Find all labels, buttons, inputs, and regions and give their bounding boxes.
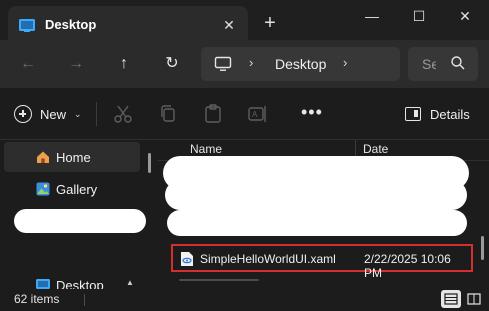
column-header-date[interactable]: Date [363, 142, 388, 156]
sidebar-scrollbar[interactable] [148, 153, 151, 173]
redacted-row [165, 180, 467, 210]
navigation-bar: ← → ↑ ↻ › Desktop › Se [0, 40, 489, 88]
divider [96, 102, 97, 126]
folder-desktop-icon [19, 19, 35, 32]
search-box[interactable]: Se [408, 47, 478, 81]
column-header-name[interactable]: Name [190, 142, 222, 156]
search-icon [451, 56, 465, 70]
command-bar: New ⌄ A ••• Details [0, 88, 489, 140]
home-icon [37, 151, 49, 163]
desktop-folder-icon [36, 279, 50, 289]
file-list: Name ^ Date SimpleHelloWorldUI.xaml 2/22… [157, 140, 489, 289]
paste-icon[interactable] [201, 102, 225, 126]
this-pc-icon [214, 56, 232, 71]
sort-chevron-icon: ^ [429, 140, 434, 144]
details-label: Details [430, 106, 470, 122]
pin-icon: ▲ [126, 278, 134, 287]
tab-close-icon[interactable]: ✕ [219, 15, 239, 35]
gallery-icon [36, 182, 50, 196]
navigation-pane: Home Gallery Desktop ▲ [0, 140, 156, 289]
file-date: 2/22/2025 10:06 PM [364, 252, 451, 280]
file-name: SimpleHelloWorldUI.xaml [200, 252, 336, 266]
redacted-sidebar-item [14, 209, 146, 233]
details-view-button[interactable] [441, 290, 461, 308]
forward-button[interactable]: → [63, 51, 89, 77]
minimize-button[interactable]: — [358, 4, 386, 28]
breadcrumb-desktop[interactable]: Desktop [275, 56, 326, 72]
tiles-view-icon [467, 293, 481, 305]
table-row[interactable]: SimpleHelloWorldUI.xaml 2/22/2025 10:06 … [171, 244, 473, 280]
refresh-button[interactable]: ↻ [159, 51, 185, 77]
search-placeholder: Se [422, 56, 436, 72]
details-pane-icon [405, 107, 421, 121]
file-list-horizontal-scrollbar[interactable] [179, 279, 259, 281]
details-view-icon [444, 293, 458, 305]
add-circle-icon [14, 105, 32, 123]
breadcrumb-separator-end[interactable]: › [343, 55, 347, 70]
sidebar-item-home[interactable]: Home [4, 142, 140, 172]
rename-icon[interactable]: A [245, 102, 269, 126]
sidebar-item-label: Desktop [56, 278, 104, 289]
new-tab-button[interactable]: + [259, 12, 281, 34]
chevron-down-icon: ⌄ [74, 108, 82, 119]
close-button[interactable]: ✕ [451, 4, 479, 28]
svg-text:A: A [252, 110, 258, 119]
tiles-view-button[interactable] [464, 290, 484, 308]
more-options-button[interactable]: ••• [301, 102, 323, 122]
back-button[interactable]: ← [15, 51, 41, 77]
new-button[interactable]: New ⌄ [14, 102, 82, 126]
up-button[interactable]: ↑ [111, 51, 137, 77]
maximize-button[interactable]: ☐ [405, 4, 433, 28]
sidebar-item-label: Gallery [56, 182, 98, 197]
file-list-scrollbar[interactable] [481, 236, 484, 260]
breadcrumb-separator[interactable]: › [249, 55, 253, 70]
status-bar: 62 items [0, 289, 489, 311]
copy-icon[interactable] [156, 102, 180, 126]
xaml-file-icon [181, 252, 193, 266]
cut-icon[interactable] [111, 102, 135, 126]
address-bar[interactable]: › Desktop › [201, 47, 400, 81]
item-count: 62 items [14, 292, 60, 306]
sidebar-item-gallery[interactable]: Gallery [4, 174, 140, 204]
tab-title: Desktop [45, 17, 97, 32]
new-button-label: New [40, 106, 67, 122]
sidebar-item-desktop[interactable]: Desktop [4, 270, 140, 289]
details-pane-button[interactable]: Details [405, 103, 470, 125]
status-divider [84, 294, 85, 306]
redacted-row [167, 210, 467, 236]
sidebar-item-label: Home [56, 150, 91, 165]
